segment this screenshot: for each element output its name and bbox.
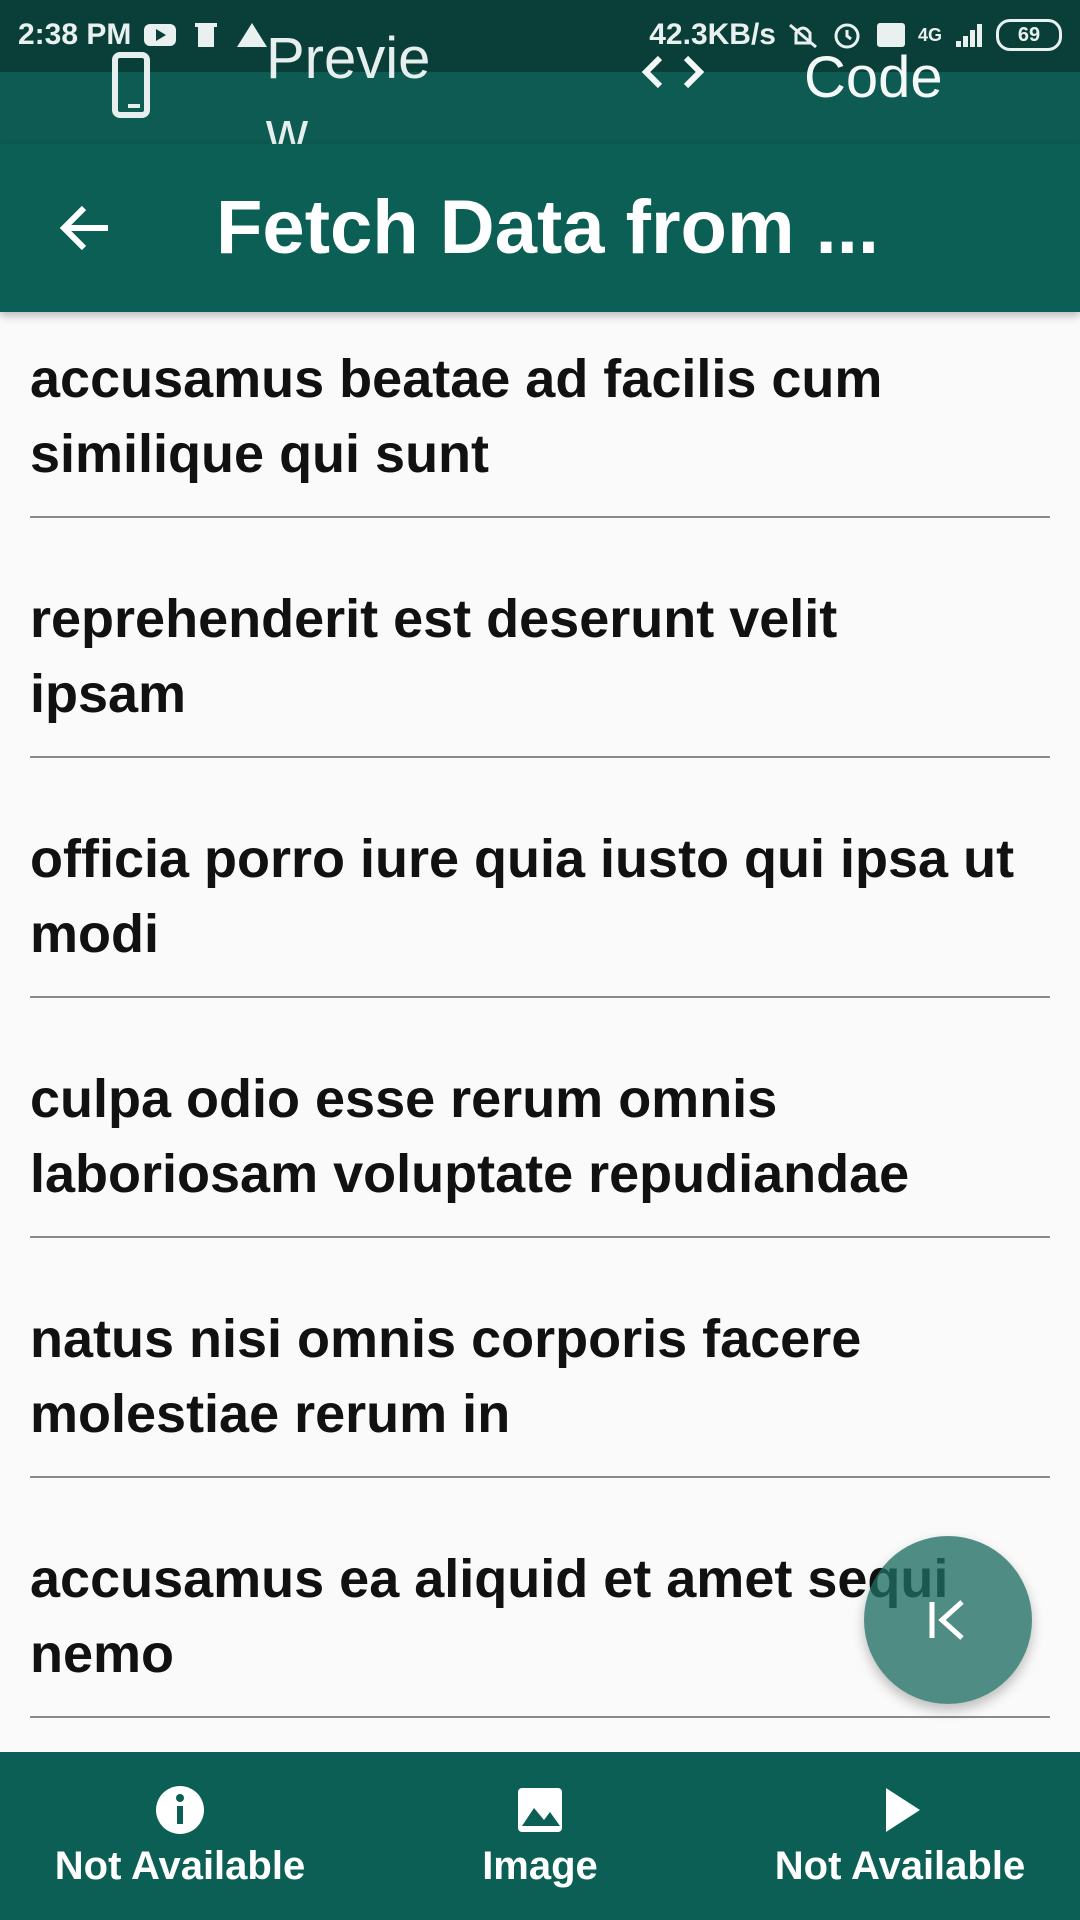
collapse-fab-button[interactable] (864, 1536, 1032, 1704)
image-icon (518, 1788, 562, 1832)
app-bar: Fetch Data from ... (0, 144, 1080, 312)
list-item-text: natus nisi omnis corporis facere molesti… (30, 1309, 862, 1444)
bottom-nav-info[interactable]: Not Available (0, 1752, 360, 1920)
page-title: Fetch Data from ... (216, 185, 879, 270)
bottom-nav-label: Not Available (774, 1844, 1026, 1888)
list-item[interactable]: reprehenderit est deserunt velit ipsam (30, 582, 1050, 758)
status-time: 2:38 PM (18, 18, 132, 51)
play-icon (886, 1788, 920, 1832)
battery-icon: 69 (996, 19, 1062, 51)
bottom-nav-image[interactable]: Image (360, 1752, 720, 1920)
collapse-left-icon (929, 1600, 964, 1640)
network-type: 4G (917, 24, 942, 45)
youtube-icon (144, 24, 177, 46)
warning-icon (237, 23, 268, 47)
code-tab[interactable]: Code (804, 44, 943, 111)
phone-icon[interactable] (112, 52, 150, 118)
bottom-nav-play[interactable]: Not Available (720, 1752, 1080, 1920)
list-item-text: accusamus beatae ad facilis cum similiqu… (30, 349, 883, 484)
list-item[interactable]: culpa odio esse rerum omnis laboriosam v… (30, 1062, 1050, 1238)
bottom-nav: Not Available Image Not Available (0, 1752, 1080, 1920)
bottom-nav-label: Image (482, 1844, 598, 1888)
battery-level: 69 (1017, 24, 1041, 46)
list-item-text: officia porro iure quia iusto qui ipsa u… (30, 829, 1015, 964)
list-item-text: culpa odio esse rerum omnis laboriosam v… (30, 1069, 910, 1204)
trash-icon (195, 23, 218, 47)
list-item-text: reprehenderit est deserunt velit ipsam (30, 589, 838, 724)
info-icon (156, 1786, 204, 1834)
list-item[interactable]: officia porro iure quia iusto qui ipsa u… (30, 822, 1050, 998)
list-item[interactable]: accusamus beatae ad facilis cum similiqu… (30, 342, 1050, 518)
network-speed: 42.3KB/s (649, 18, 776, 51)
arrow-back-icon[interactable] (58, 204, 112, 252)
preview-code-bar: Preview Code (0, 26, 1080, 165)
signal-icon (956, 24, 982, 47)
bottom-nav-label: Not Available (54, 1844, 306, 1888)
list-item[interactable]: natus nisi omnis corporis facere molesti… (30, 1302, 1050, 1478)
code-brackets-icon[interactable] (638, 52, 708, 92)
